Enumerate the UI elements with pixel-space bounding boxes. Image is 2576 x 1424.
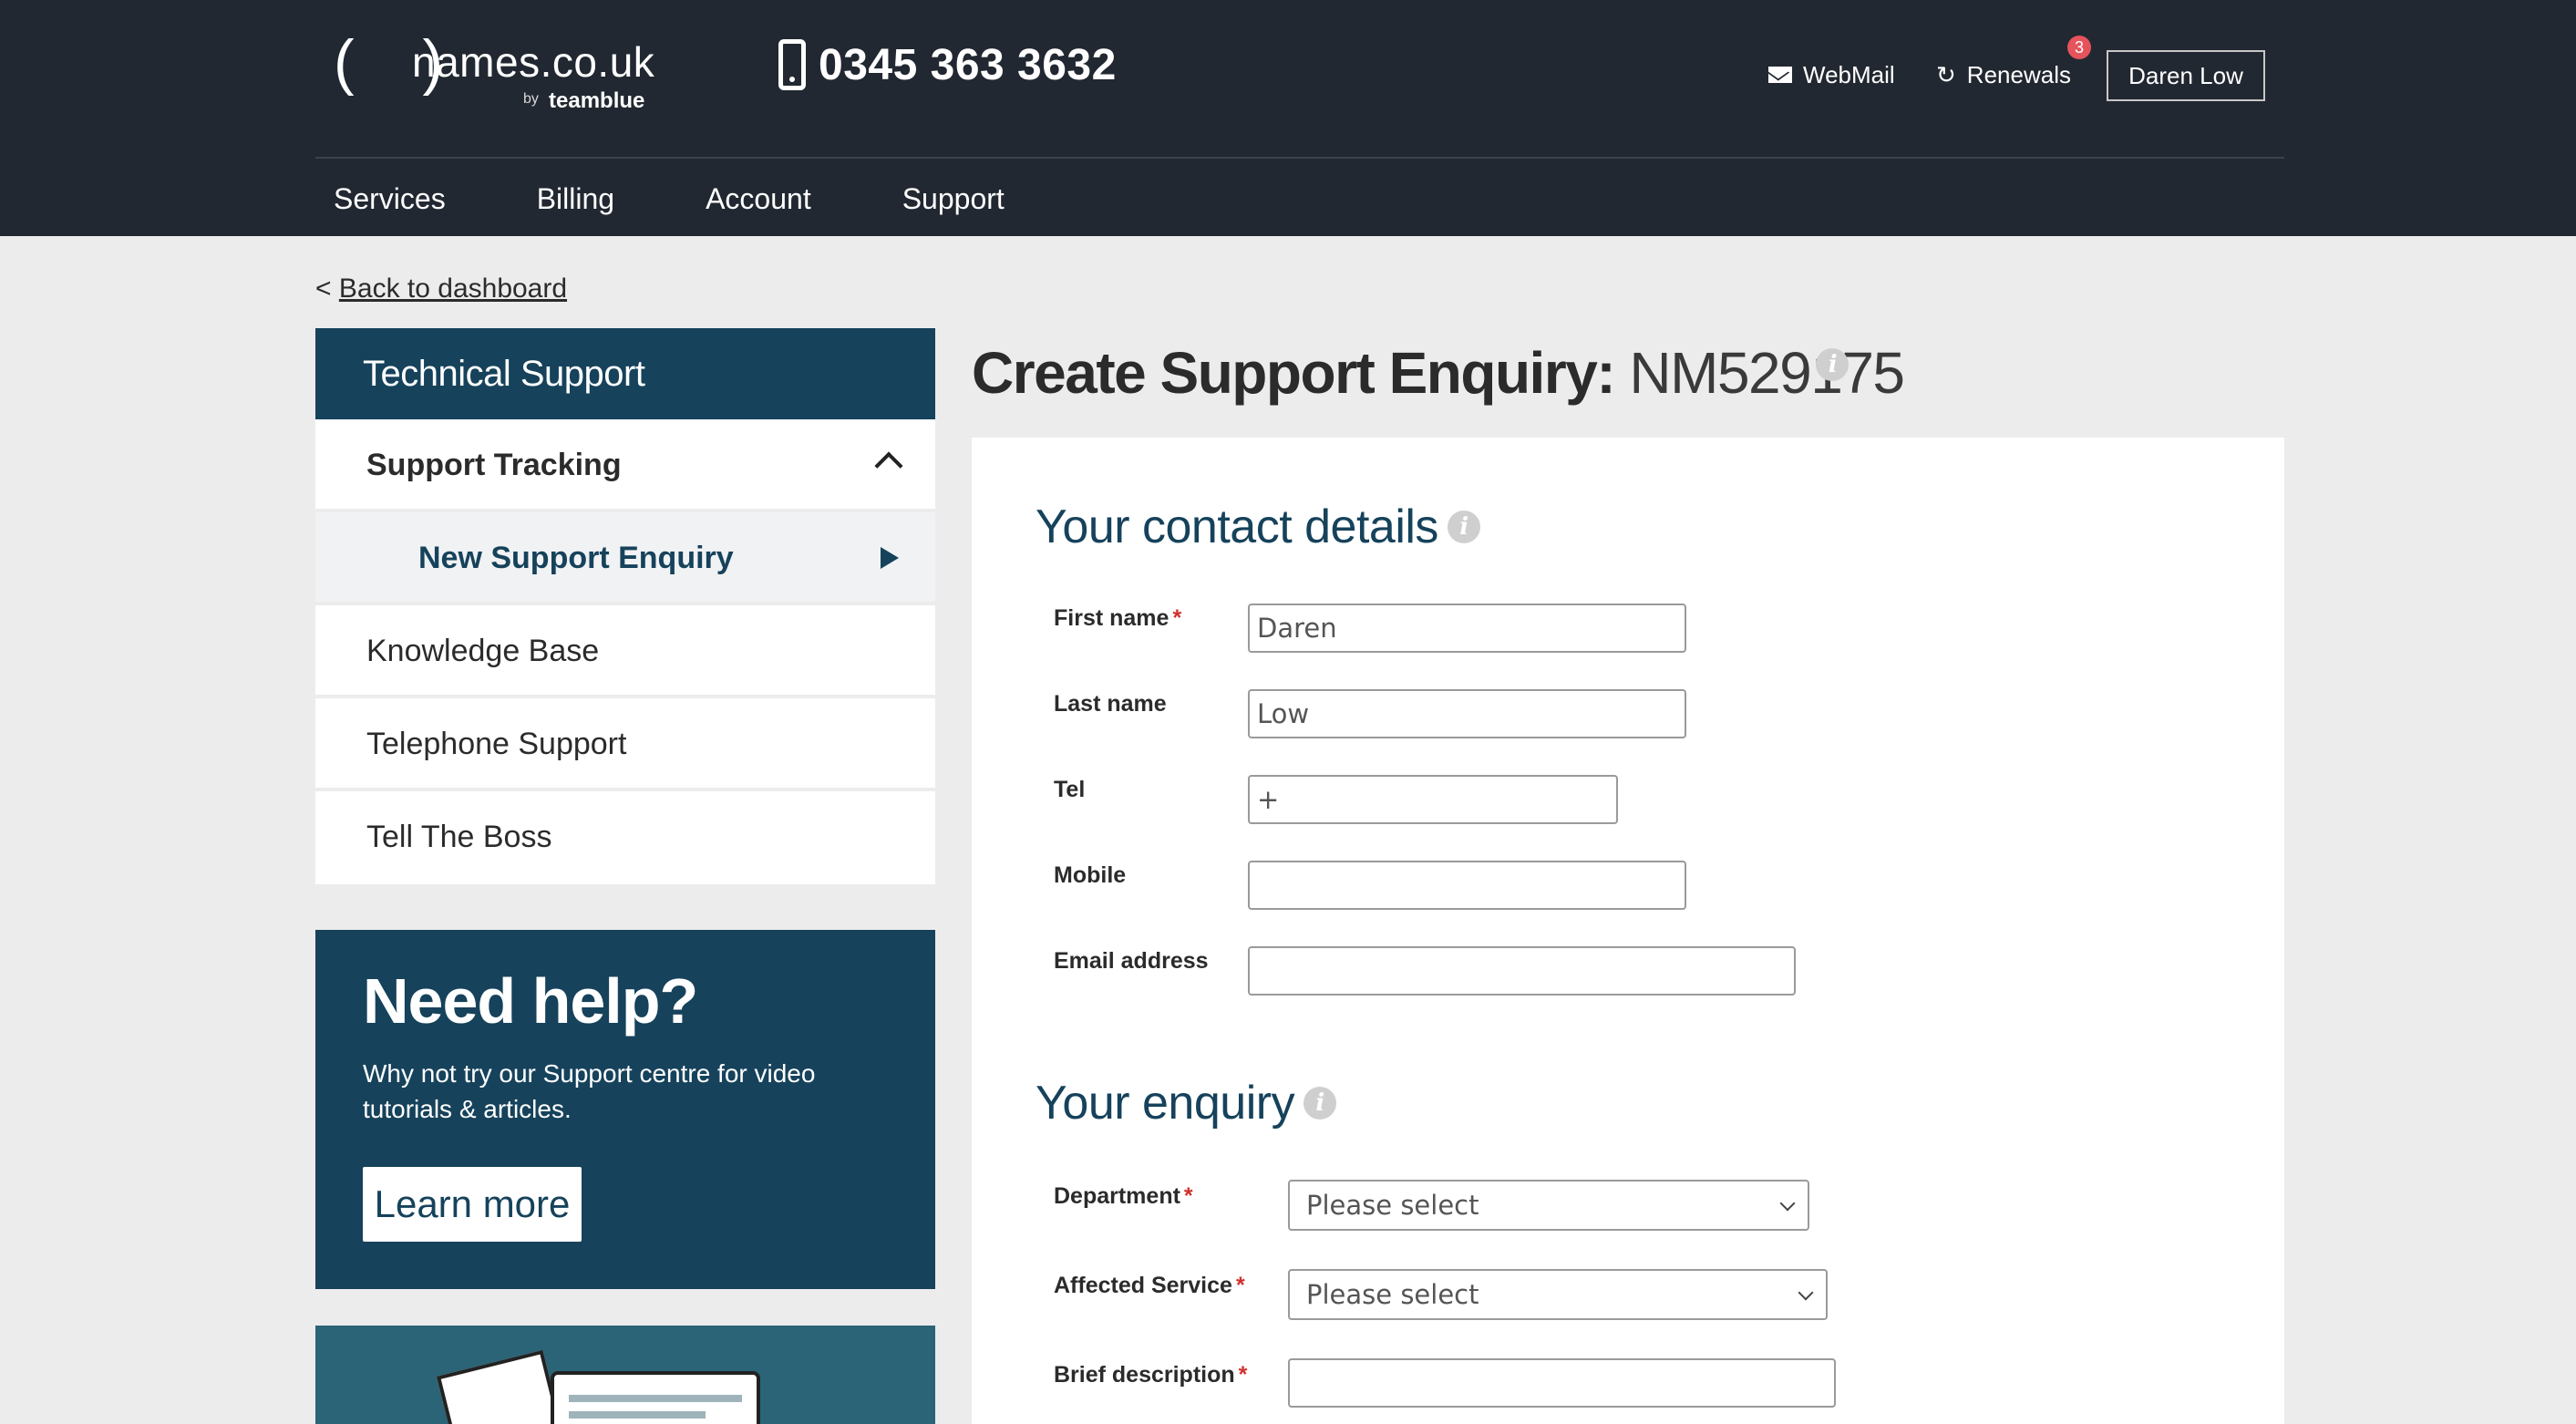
email-label: Email address xyxy=(1054,948,1209,974)
renewals-link[interactable]: ↻ Renewals xyxy=(1936,47,2071,102)
sidebar-item-tell-the-boss[interactable]: Tell The Boss xyxy=(315,791,935,884)
phone-number[interactable]: 0345 363 3632 xyxy=(778,36,1117,93)
logo-by: by xyxy=(523,91,539,107)
info-icon[interactable]: i xyxy=(1447,511,1480,543)
enquiry-form-card: Your contact details i First name * Daren … xyxy=(972,438,2284,1424)
webmail-link[interactable]: WebMail xyxy=(1768,47,1895,102)
nav-services[interactable]: Services xyxy=(315,173,446,224)
section-title-text: Your contact details xyxy=(1036,500,1438,553)
chevron-down-icon xyxy=(1779,1195,1796,1212)
nav-account[interactable]: Account xyxy=(687,173,811,224)
brief-description-field[interactable] xyxy=(1288,1358,1836,1408)
affected-service-label: Affected Service * xyxy=(1054,1273,1245,1299)
chevron-down-icon xyxy=(1798,1285,1814,1301)
required-marker: * xyxy=(1238,1362,1248,1388)
phone-number-text: 0345 363 3632 xyxy=(819,40,1117,89)
required-marker: * xyxy=(1235,1273,1245,1298)
sidebar-heading: Technical Support xyxy=(315,328,935,419)
tel-field[interactable]: + xyxy=(1248,775,1618,824)
department-selected-value: Please select xyxy=(1306,1190,1479,1221)
first-name-label-text: First name xyxy=(1054,605,1170,631)
section-title-text: Your enquiry xyxy=(1036,1077,1295,1130)
webmail-label: WebMail xyxy=(1803,60,1895,88)
logo-company: teamblue xyxy=(549,88,645,113)
nav-support[interactable]: Support xyxy=(884,173,1005,224)
contact-details-heading: Your contact details i xyxy=(1036,500,1480,554)
sidebar-item-new-support-enquiry[interactable]: New Support Enquiry xyxy=(315,512,935,605)
names-logo[interactable]: ( ) names.co.uk by teamblue xyxy=(334,31,662,113)
info-icon[interactable]: i xyxy=(1303,1087,1337,1120)
mobile-phone-icon xyxy=(778,39,806,90)
affected-service-selected-value: Please select xyxy=(1306,1279,1479,1310)
department-label-text: Department xyxy=(1054,1183,1180,1209)
sidebar-item-telephone-support[interactable]: Telephone Support xyxy=(315,698,935,791)
back-chevron: < xyxy=(315,273,332,304)
chevron-up-icon xyxy=(874,451,903,480)
need-help-title: Need help? xyxy=(363,965,698,1037)
triangle-right-icon xyxy=(881,547,899,569)
your-enquiry-heading: Your enquiry i xyxy=(1036,1076,1337,1130)
first-name-label: First name * xyxy=(1054,605,1181,632)
refresh-icon: ↻ xyxy=(1936,60,1956,88)
page-title: Create Support Enquiry: NM529175 i xyxy=(972,339,1905,407)
sidebar: Technical Support Support Tracking New S… xyxy=(315,328,935,884)
department-select[interactable]: Please select xyxy=(1288,1180,1809,1231)
sidebar-item-support-tracking[interactable]: Support Tracking xyxy=(315,419,935,512)
need-help-text: Why not try our Support centre for video… xyxy=(363,1059,816,1123)
affected-service-label-text: Affected Service xyxy=(1054,1273,1232,1298)
last-name-label: Last name xyxy=(1054,691,1167,717)
brief-description-label: Brief description * xyxy=(1054,1362,1247,1388)
renewals-label: Renewals xyxy=(1966,60,2071,88)
envelope-illustration xyxy=(436,1349,563,1424)
account-reference: NM529175 xyxy=(1629,340,1905,406)
page-title-text: Create Support Enquiry: xyxy=(972,340,1616,406)
department-label: Department * xyxy=(1054,1183,1193,1210)
envelope-icon xyxy=(1768,67,1792,83)
top-header: ( ) names.co.uk by teamblue 0345 363 363… xyxy=(0,0,2576,236)
affected-service-select[interactable]: Please select xyxy=(1288,1269,1828,1320)
back-to-dashboard-link[interactable]: Back to dashboard xyxy=(339,273,567,304)
sidebar-item-knowledge-base[interactable]: Knowledge Base xyxy=(315,605,935,698)
learn-more-button[interactable]: Learn more xyxy=(363,1167,582,1242)
tel-label: Tel xyxy=(1054,777,1086,802)
renewals-count-badge: 3 xyxy=(2067,36,2091,59)
sidebar-item-label: Support Tracking xyxy=(366,448,622,482)
email-field[interactable] xyxy=(1248,946,1796,996)
breadcrumb: < Back to dashboard xyxy=(315,273,567,304)
mobile-field[interactable] xyxy=(1248,861,1686,910)
laptop-illustration xyxy=(551,1371,760,1424)
required-marker: * xyxy=(1183,1183,1193,1209)
user-account-button[interactable]: Daren Low xyxy=(2107,50,2265,101)
main-nav: Services Billing Account Support xyxy=(315,173,1077,224)
header-divider xyxy=(315,157,2284,159)
nav-billing[interactable]: Billing xyxy=(519,173,614,224)
required-marker: * xyxy=(1172,605,1182,631)
info-icon[interactable]: i xyxy=(1816,348,1849,381)
first-name-field[interactable]: Daren xyxy=(1248,604,1686,653)
brief-description-label-text: Brief description xyxy=(1054,1362,1235,1388)
need-help-panel: Need help? Why not try our Support centr… xyxy=(315,930,935,1289)
promo-banner[interactable] xyxy=(315,1326,935,1424)
sidebar-item-label: New Support Enquiry xyxy=(418,541,734,575)
logo-domain: names.co.uk xyxy=(412,38,655,86)
last-name-field[interactable]: Low xyxy=(1248,689,1686,738)
mobile-label: Mobile xyxy=(1054,862,1127,888)
